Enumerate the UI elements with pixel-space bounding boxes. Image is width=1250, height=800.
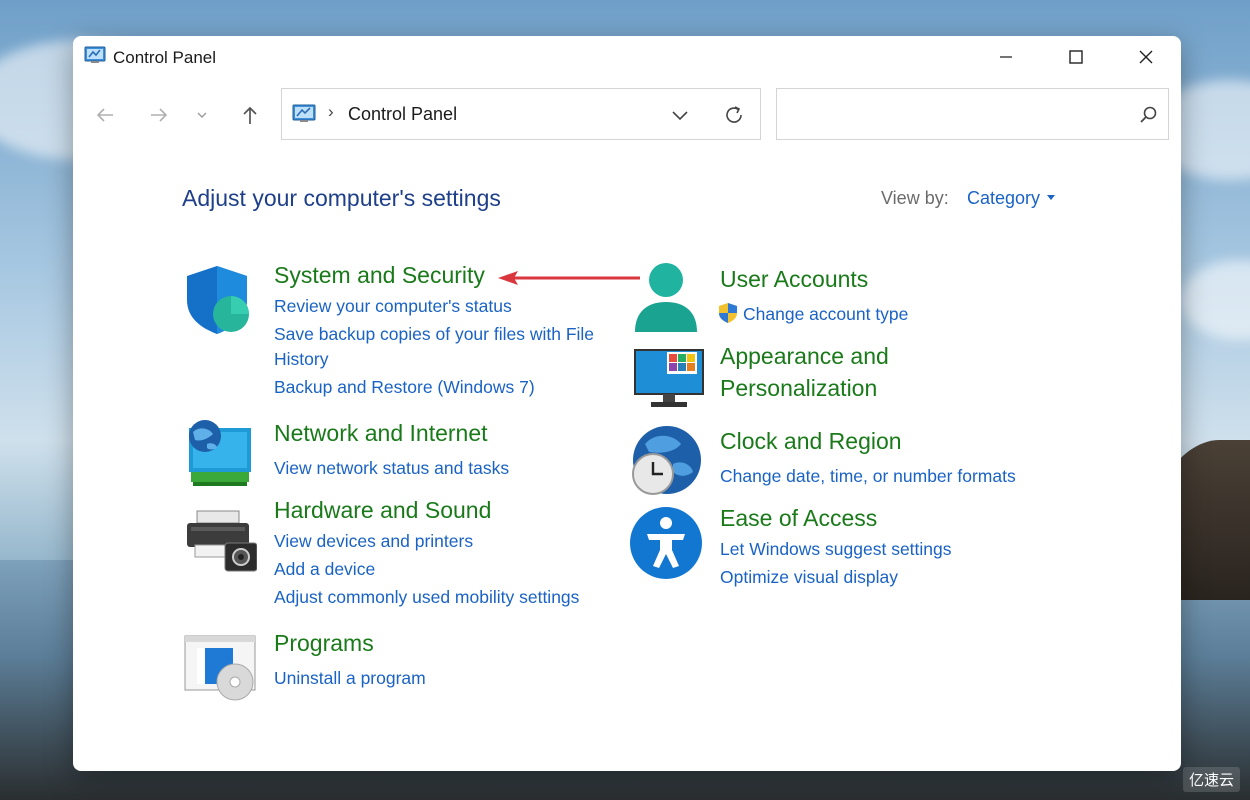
maximize-icon <box>1069 50 1083 64</box>
breadcrumb-separator: › <box>328 102 334 121</box>
back-button[interactable] <box>90 100 120 130</box>
clock-region-link[interactable]: Clock and Region <box>720 428 902 455</box>
uninstall-program-link[interactable]: Uninstall a program <box>274 666 426 691</box>
file-history-link-line2[interactable]: History <box>274 347 328 372</box>
chevron-down-icon <box>197 112 207 118</box>
review-status-link[interactable]: Review your computer's status <box>274 294 512 319</box>
network-internet-link[interactable]: Network and Internet <box>274 420 488 447</box>
shield-icon <box>187 266 249 334</box>
uac-shield-icon <box>719 303 737 323</box>
file-history-link[interactable]: Save backup copies of your files with Fi… <box>274 322 594 347</box>
change-account-type-link[interactable]: Change account type <box>743 302 908 327</box>
annotation-arrow <box>498 271 640 285</box>
watermark: 亿速云 <box>1182 767 1240 792</box>
ease-access-link[interactable]: Ease of Access <box>720 505 877 532</box>
control-panel-icon <box>292 104 316 122</box>
arrow-left-icon <box>96 108 113 122</box>
add-device-link[interactable]: Add a device <box>274 557 375 582</box>
recent-locations-button[interactable] <box>189 100 215 130</box>
search-input[interactable] <box>785 99 1129 131</box>
arrow-up-icon <box>243 106 257 124</box>
up-button[interactable] <box>235 100 265 130</box>
printer-camera-icon <box>187 510 257 572</box>
title-bar: Control Panel <box>73 36 1181 78</box>
close-icon <box>1139 50 1153 64</box>
suggest-settings-link[interactable]: Let Windows suggest settings <box>720 537 952 562</box>
user-account-icon <box>635 263 697 332</box>
date-time-formats-link[interactable]: Change date, time, or number formats <box>720 464 1016 489</box>
breadcrumb-control-panel[interactable]: Control Panel <box>348 104 457 125</box>
monitor-palette-icon <box>634 349 704 407</box>
backup-restore-link[interactable]: Backup and Restore (Windows 7) <box>274 375 535 400</box>
forward-button[interactable] <box>144 100 174 130</box>
optimize-display-link[interactable]: Optimize visual display <box>720 565 898 590</box>
close-button[interactable] <box>1111 36 1181 78</box>
accessibility-icon <box>630 507 702 579</box>
control-panel-window: Control Panel › Control Panel Adjust you… <box>73 36 1181 771</box>
system-security-link[interactable]: System and Security <box>274 262 485 289</box>
search-box[interactable] <box>776 88 1169 140</box>
network-status-link[interactable]: View network status and tasks <box>274 456 509 481</box>
arrow-right-icon <box>151 108 168 122</box>
maximize-button[interactable] <box>1041 36 1111 78</box>
control-panel-icon <box>84 46 106 63</box>
network-globe-icon <box>189 420 251 486</box>
user-accounts-link[interactable]: User Accounts <box>720 266 868 293</box>
address-bar[interactable]: › Control Panel <box>281 88 761 140</box>
minimize-button[interactable] <box>971 36 1041 78</box>
programs-link[interactable]: Programs <box>274 630 374 657</box>
page-heading: Adjust your computer's settings <box>182 185 501 211</box>
navigation-toolbar: › Control Panel <box>73 88 1181 142</box>
search-icon[interactable] <box>1138 105 1158 125</box>
clock-globe-icon <box>632 426 701 495</box>
mobility-settings-link[interactable]: Adjust commonly used mobility settings <box>274 585 579 610</box>
view-by-label: View by: <box>881 188 949 208</box>
minimize-icon <box>1000 56 1012 58</box>
view-by-dropdown[interactable]: Category <box>967 188 1040 209</box>
caret-down-icon[interactable] <box>1046 194 1056 202</box>
chevron-down-icon[interactable] <box>668 103 692 127</box>
refresh-icon[interactable] <box>722 103 746 127</box>
window-title: Control Panel <box>113 48 217 67</box>
hardware-sound-link[interactable]: Hardware and Sound <box>274 497 491 524</box>
appearance-link-line2[interactable]: Personalization <box>720 375 877 402</box>
devices-printers-link[interactable]: View devices and printers <box>274 529 473 554</box>
appearance-link-line1[interactable]: Appearance and <box>720 343 889 370</box>
programs-disc-icon <box>184 635 256 701</box>
